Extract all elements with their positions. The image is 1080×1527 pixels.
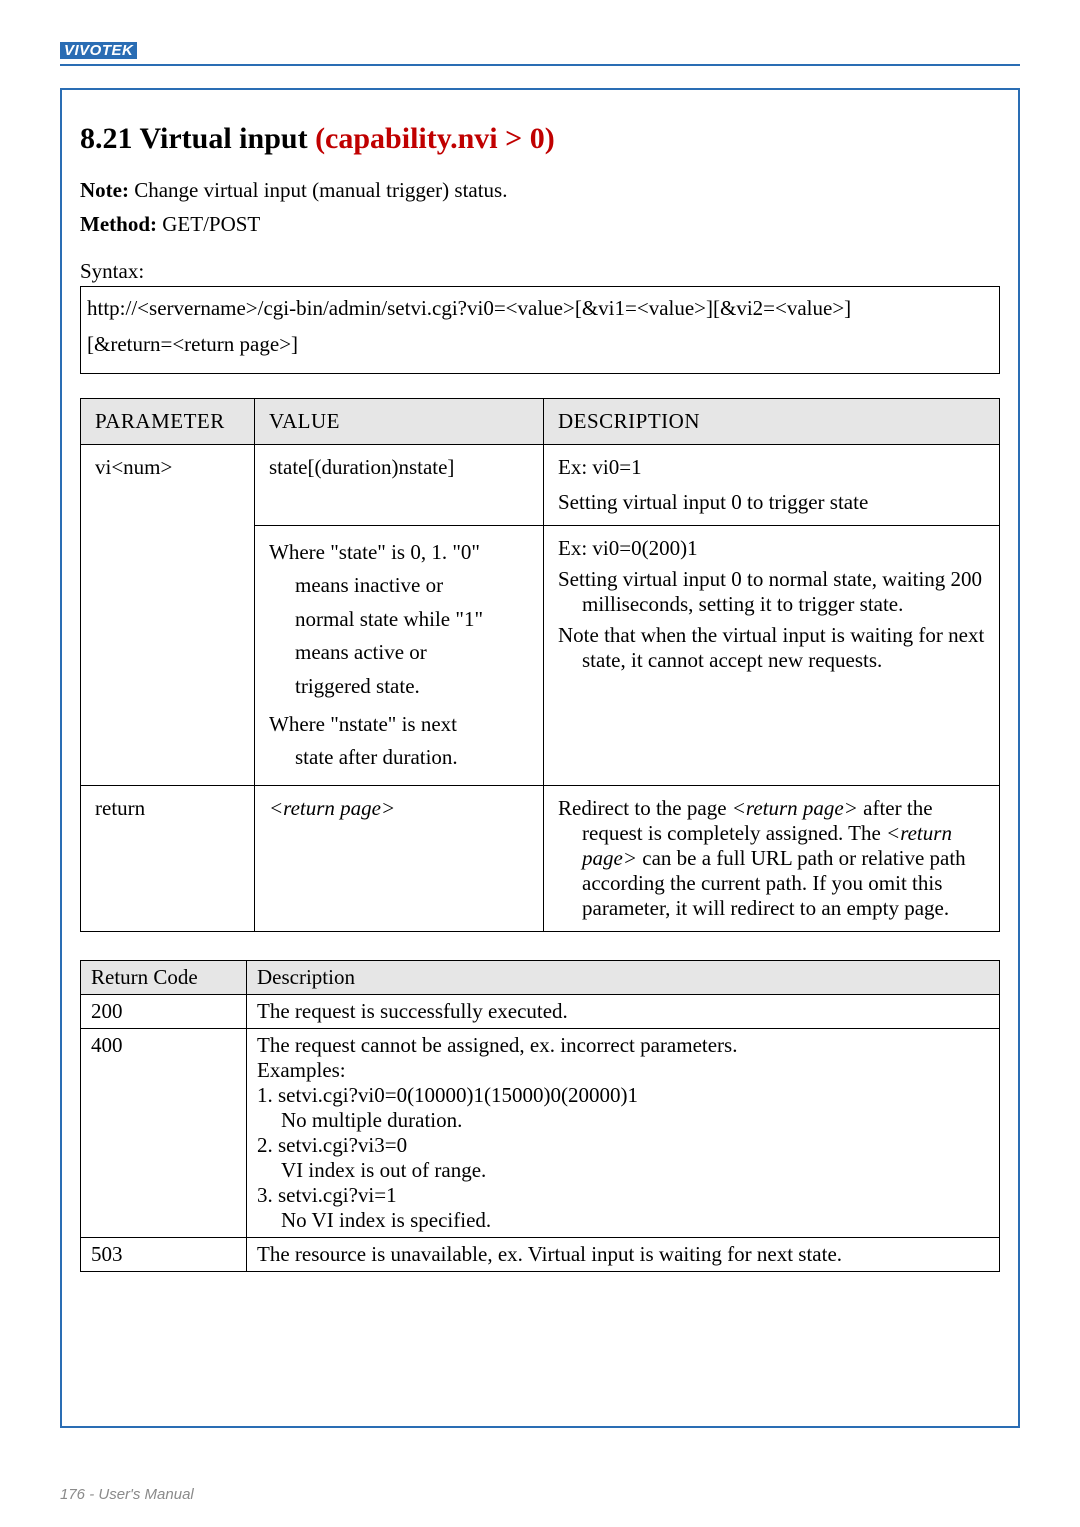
table-row: vi<num> state[(duration)nstate] Ex: vi0=…	[81, 444, 1000, 525]
value-line: Where "nstate" is next	[269, 712, 457, 736]
desc-line: No multiple duration.	[257, 1108, 989, 1133]
desc-line: 2. setvi.cgi?vi3=0	[257, 1133, 989, 1158]
table-row: 200 The request is successfully executed…	[81, 994, 1000, 1028]
brand-logo: VIVOTEK	[60, 42, 137, 59]
cell-code: 503	[81, 1237, 247, 1271]
table-row: 400 The request cannot be assigned, ex. …	[81, 1028, 1000, 1237]
value-line: normal state while "1"	[269, 603, 529, 637]
note-line: Note: Change virtual input (manual trigg…	[80, 174, 1000, 241]
desc-line: 1. setvi.cgi?vi0=0(10000)1(15000)0(20000…	[257, 1083, 989, 1108]
section-title-red: (capability.nvi > 0)	[315, 122, 555, 155]
note-text: Change virtual input (manual trigger) st…	[129, 178, 508, 202]
th-return-code: Return Code	[81, 960, 247, 994]
content-frame: 8.21 Virtual input (capability.nvi > 0) …	[60, 88, 1020, 1428]
desc-line: The request cannot be assigned, ex. inco…	[257, 1033, 989, 1058]
table-row: 503 The resource is unavailable, ex. Vir…	[81, 1237, 1000, 1271]
parameter-table: PARAMETER VALUE DESCRIPTION vi<num> stat…	[80, 398, 1000, 932]
cell-value-return: <return page>	[255, 785, 544, 931]
return-code-table: Return Code Description 200 The request …	[80, 960, 1000, 1272]
syntax-label: Syntax:	[80, 259, 1000, 284]
syntax-line-1: http://<servername>/cgi-bin/admin/setvi.…	[87, 291, 993, 327]
desc-line: Redirect to the page	[558, 796, 732, 820]
cell-desc-state: Ex: vi0=1 Setting virtual input 0 to tri…	[544, 444, 1000, 525]
desc-line: 3. setvi.cgi?vi=1	[257, 1183, 989, 1208]
section-title: 8.21 Virtual input (capability.nvi > 0)	[80, 122, 1000, 156]
desc-line: Setting virtual input 0 to trigger state	[558, 490, 985, 515]
note-label: Note:	[80, 178, 129, 202]
value-line: Where "state" is 0, 1. "0"	[269, 540, 480, 564]
desc-italic: <return page>	[732, 796, 858, 820]
method-text: GET/POST	[157, 212, 260, 236]
desc-line: can be a full URL path or relative path	[637, 846, 966, 870]
cell-desc: The resource is unavailable, ex. Virtual…	[247, 1237, 1000, 1271]
cell-desc-where: Ex: vi0=0(200)1 Setting virtual input 0 …	[544, 525, 1000, 785]
cell-code: 200	[81, 994, 247, 1028]
desc-bold: milliseconds	[582, 592, 688, 616]
value-line: triggered state.	[269, 670, 529, 704]
cell-desc: The request cannot be assigned, ex. inco…	[247, 1028, 1000, 1237]
cell-param-return: return	[81, 785, 255, 931]
desc-italic: <return	[886, 821, 952, 845]
desc-line: Setting virtual input 0 to normal state,…	[558, 567, 982, 591]
desc-line: , setting it to trigger state.	[688, 592, 903, 616]
section-number: 8.21	[80, 122, 133, 155]
cell-code: 400	[81, 1028, 247, 1237]
th-description: DESCRIPTION	[544, 398, 1000, 444]
section-title-black: Virtual input	[139, 122, 307, 155]
cell-param-vi: vi<num>	[81, 444, 255, 785]
cell-value-state: state[(duration)nstate]	[255, 444, 544, 525]
cell-desc: The request is successfully executed.	[247, 994, 1000, 1028]
desc-line: request is completely assigned. The	[582, 821, 886, 845]
table-header-row: Return Code Description	[81, 960, 1000, 994]
cell-desc-return: Redirect to the page <return page> after…	[544, 785, 1000, 931]
desc-italic: page>	[582, 846, 637, 870]
desc-line: Examples:	[257, 1058, 989, 1083]
desc-line: Ex: vi0=1	[558, 455, 985, 480]
desc-line: according the current path. If you omit …	[558, 871, 985, 896]
syntax-box: http://<servername>/cgi-bin/admin/setvi.…	[80, 286, 1000, 373]
brand-bar: VIVOTEK	[60, 42, 1020, 66]
table-row: return <return page> Redirect to the pag…	[81, 785, 1000, 931]
value-line: means active or	[269, 636, 529, 670]
syntax-line-2: [&return=<return page>]	[87, 327, 993, 363]
th-parameter: PARAMETER	[81, 398, 255, 444]
desc-line: after the	[858, 796, 933, 820]
cell-value-where: Where "state" is 0, 1. "0" means inactiv…	[255, 525, 544, 785]
desc-line: Ex: vi0=0(200)1	[558, 536, 985, 561]
desc-line: parameter, it will redirect to an empty …	[558, 896, 985, 921]
value-line: means inactive or	[269, 569, 529, 603]
value-line: state after duration.	[269, 741, 529, 775]
method-label: Method:	[80, 212, 157, 236]
desc-line: No VI index is specified.	[257, 1208, 989, 1233]
th-value: VALUE	[255, 398, 544, 444]
page-footer: 176 - User's Manual	[60, 1486, 194, 1503]
th-return-desc: Description	[247, 960, 1000, 994]
desc-line: VI index is out of range.	[257, 1158, 989, 1183]
desc-line: state, it cannot accept new requests.	[558, 648, 985, 673]
table-header-row: PARAMETER VALUE DESCRIPTION	[81, 398, 1000, 444]
value-italic: <return page>	[269, 796, 395, 820]
desc-line: Note that when the virtual input is wait…	[558, 623, 984, 647]
